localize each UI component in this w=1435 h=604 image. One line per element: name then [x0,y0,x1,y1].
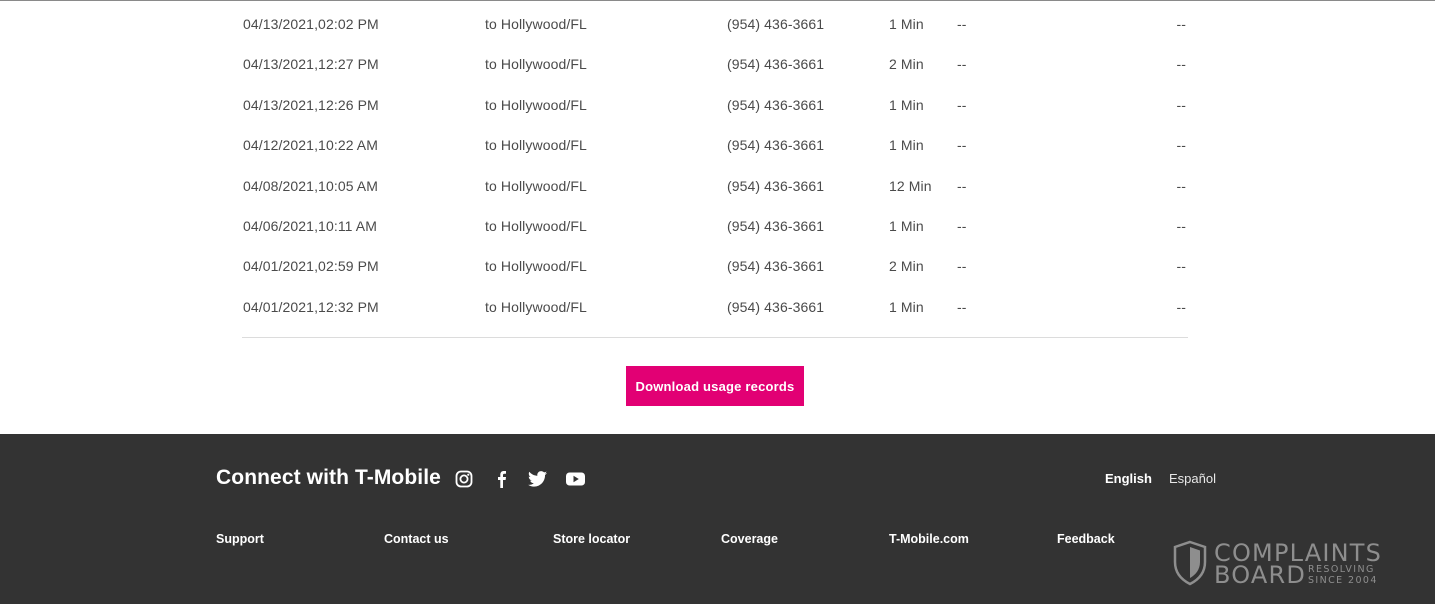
footer-link-contact-us[interactable]: Contact us [384,532,449,546]
call-minutes: 2 Min [889,56,924,73]
footer-link-feedback[interactable]: Feedback [1057,532,1115,546]
call-total: -- [1176,16,1186,32]
call-total: -- [1176,177,1186,194]
twitter-icon[interactable] [527,469,547,489]
call-charge: -- [957,217,967,234]
call-destination: to Hollywood/FL [485,96,587,113]
call-total: -- [1176,56,1186,73]
call-charge: -- [957,137,967,154]
call-minutes: 1 Min [889,137,924,154]
call-charge: -- [957,16,967,32]
call-charge: -- [957,177,967,194]
call-number: (954) 436-3661 [727,177,825,194]
facebook-icon[interactable] [491,469,511,489]
call-date: 04/08/2021,10:05 AM [243,177,379,194]
call-number: (954) 436-3661 [727,96,825,113]
records-divider [242,337,1188,338]
complaintsboard-watermark: COMPLAINTS BOARD RESOLVING SINCE 2004 [1172,539,1392,589]
call-number: (954) 436-3661 [727,137,825,154]
call-destination: to Hollywood/FL [485,16,587,32]
site-footer: Connect with T-Mobile English Español Su… [0,434,1435,604]
usage-record-row: 04/01/2021,12:32 PM to Hollywood/FL (954) … [242,287,1188,327]
call-minutes: 1 Min [889,96,924,113]
shield-icon [1173,540,1207,586]
call-number: (954) 436-3661 [727,217,825,234]
call-date: 04/13/2021,12:27 PM [243,56,379,73]
call-charge: -- [957,258,967,275]
call-date: 04/06/2021,10:11 AM [243,217,377,234]
call-destination: to Hollywood/FL [485,56,587,73]
youtube-icon[interactable] [565,469,585,489]
call-minutes: 1 Min [889,298,924,315]
watermark-word-board: BOARD [1214,561,1307,589]
top-divider [0,0,1435,1]
call-minutes: 2 Min [889,258,924,275]
watermark-tagline-2: SINCE 2004 [1308,575,1378,586]
call-destination: to Hollywood/FL [485,137,587,154]
call-charge: -- [957,96,967,113]
usage-records-list: 04/13/2021,02:02 PM to Hollywood/FL (954) … [242,4,1188,327]
call-charge: -- [957,56,967,73]
usage-record-row: 04/01/2021,02:59 PM to Hollywood/FL (954) … [242,246,1188,286]
call-total: -- [1176,137,1186,154]
footer-link-coverage[interactable]: Coverage [721,532,778,546]
call-number: (954) 436-3661 [727,56,825,73]
usage-record-row: 04/13/2021,02:02 PM to Hollywood/FL (954) … [242,4,1188,44]
language-english-link[interactable]: English [1105,471,1152,486]
usage-record-row: 04/12/2021,10:22 AM to Hollywood/FL (954) … [242,125,1188,165]
call-total: -- [1176,217,1186,234]
watermark-tagline-1: RESOLVING [1308,564,1375,575]
call-destination: to Hollywood/FL [485,298,587,315]
usage-record-row: 04/13/2021,12:26 PM to Hollywood/FL (954) … [242,85,1188,125]
call-date: 04/01/2021,02:59 PM [243,258,379,275]
call-destination: to Hollywood/FL [485,177,587,194]
footer-link-store-locator[interactable]: Store locator [553,532,630,546]
call-total: -- [1176,298,1186,315]
usage-record-row: 04/13/2021,12:27 PM to Hollywood/FL (954) … [242,44,1188,84]
call-total: -- [1176,258,1186,275]
call-number: (954) 436-3661 [727,258,825,275]
usage-record-row: 04/06/2021,10:11 AM to Hollywood/FL (954) … [242,206,1188,246]
instagram-icon[interactable] [454,469,474,489]
footer-link-tmobile-com[interactable]: T-Mobile.com [889,532,969,546]
call-total: -- [1176,96,1186,113]
call-minutes: 1 Min [889,217,924,234]
connect-title: Connect with T-Mobile [216,466,441,489]
call-date: 04/01/2021,12:32 PM [243,298,379,315]
call-destination: to Hollywood/FL [485,217,587,234]
download-usage-records-button[interactable]: Download usage records [626,366,804,406]
call-number: (954) 436-3661 [727,16,825,32]
call-minutes: 1 Min [889,16,924,32]
call-minutes: 12 Min [889,177,932,194]
call-date: 04/12/2021,10:22 AM [243,137,379,154]
language-espanol-link[interactable]: Español [1169,471,1216,486]
call-destination: to Hollywood/FL [485,258,587,275]
footer-link-support[interactable]: Support [216,532,264,546]
usage-record-row: 04/08/2021,10:05 AM to Hollywood/FL (954) … [242,166,1188,206]
call-number: (954) 436-3661 [727,298,825,315]
call-charge: -- [957,298,967,315]
call-date: 04/13/2021,02:02 PM [243,16,379,32]
call-date: 04/13/2021,12:26 PM [243,96,379,113]
